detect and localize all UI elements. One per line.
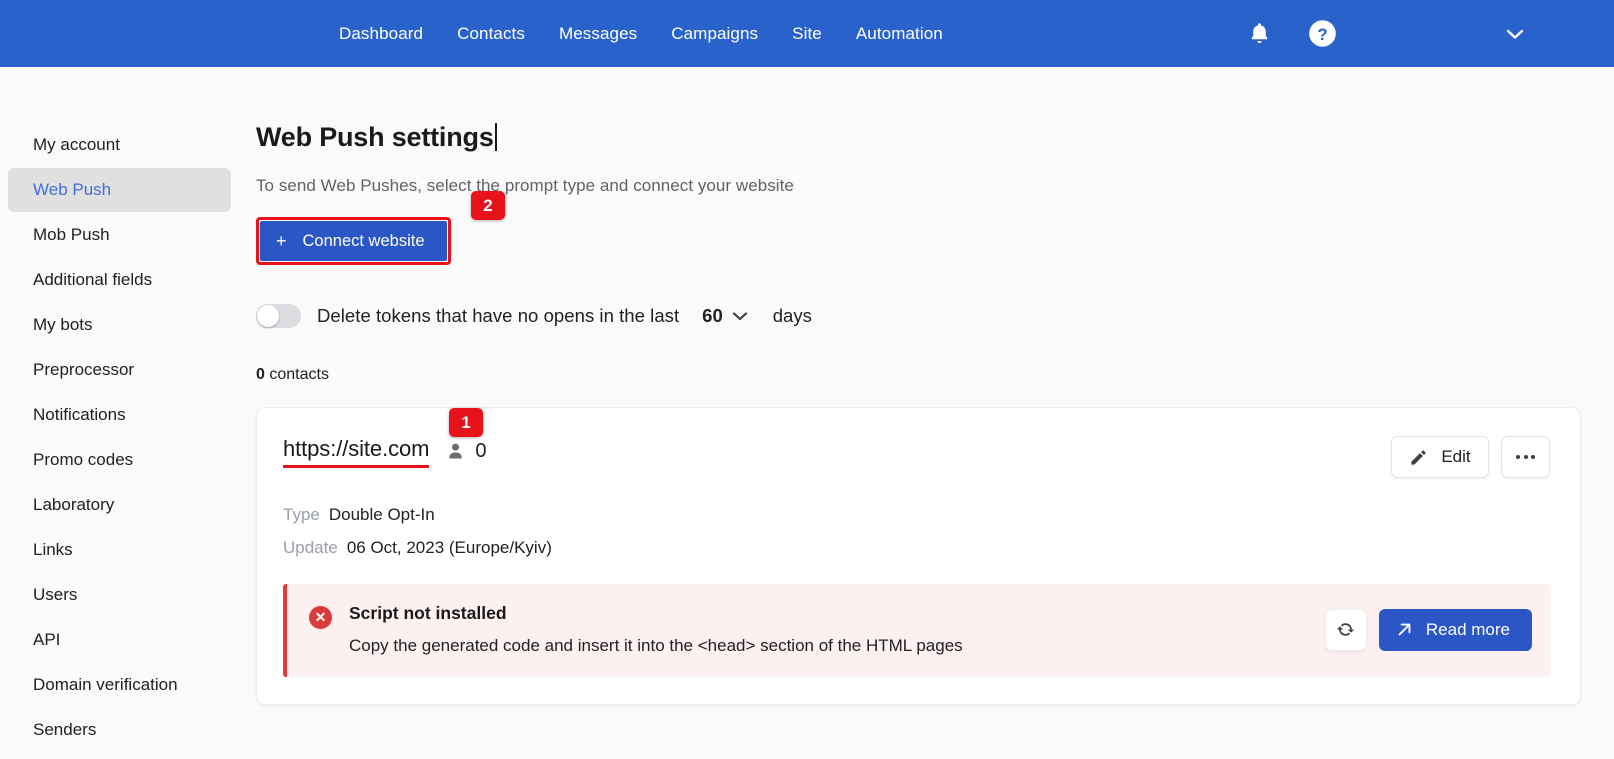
sidebar-item-domain-verification[interactable]: Domain verification [8, 663, 231, 707]
chevron-down-icon [732, 312, 747, 321]
annotation-badge-2: 2 [471, 191, 505, 220]
top-nav-links: Dashboard Contacts Messages Campaigns Si… [339, 24, 943, 44]
sidebar-item-laboratory[interactable]: Laboratory [8, 483, 231, 527]
connect-website-highlight-outline: + Connect website [256, 217, 451, 265]
text-cursor-caret [494, 123, 497, 151]
sidebar-item-label: Links [33, 540, 73, 559]
help-circle-icon[interactable]: ? [1308, 19, 1337, 48]
nav-link-dashboard[interactable]: Dashboard [339, 24, 423, 44]
external-link-arrow-icon [1398, 623, 1411, 636]
nav-link-campaigns[interactable]: Campaigns [671, 24, 758, 44]
more-options-icon [1516, 455, 1535, 459]
site-card-header: https://site.com 0 1 Edit [283, 408, 1550, 478]
meta-value: 06 Oct, 2023 (Europe/Kyiv) [346, 538, 552, 557]
page-title: Web Push settings [256, 122, 497, 153]
person-icon [449, 443, 462, 458]
site-url-row: https://site.com 0 [283, 436, 486, 468]
site-card: https://site.com 0 1 Edit Type Double Op… [256, 407, 1581, 705]
sidebar-item-senders[interactable]: Senders [8, 708, 231, 752]
subscriber-count-value: 0 [475, 439, 487, 462]
site-meta-update: Update 06 Oct, 2023 (Europe/Kyiv) [283, 538, 1550, 558]
nav-link-site[interactable]: Site [792, 24, 822, 44]
sidebar-item-additional-fields[interactable]: Additional fields [8, 258, 231, 302]
subscriber-count-group: 0 [445, 440, 486, 465]
connect-website-button[interactable]: + Connect website [260, 221, 447, 261]
site-card-identity: https://site.com 0 1 [283, 408, 486, 468]
sidebar-item-label: Senders [33, 720, 97, 739]
site-card-actions: Edit [1391, 436, 1550, 478]
sidebar: My account Web Push Mob Push Additional … [0, 67, 239, 759]
sidebar-item-label: Promo codes [33, 450, 134, 469]
annotation-badge-1: 1 [449, 408, 483, 437]
delete-tokens-toggle[interactable] [256, 304, 301, 328]
sidebar-item-notifications[interactable]: Notifications [8, 393, 231, 437]
bell-icon[interactable] [1247, 20, 1272, 47]
svg-text:?: ? [1317, 25, 1327, 44]
meta-key: Update [283, 538, 338, 557]
error-circle-icon: ✕ [309, 606, 332, 629]
pencil-icon [1411, 449, 1426, 465]
sidebar-item-label: Notifications [33, 405, 126, 424]
sidebar-item-label: Additional fields [33, 270, 153, 289]
sidebar-item-my-account[interactable]: My account [8, 123, 231, 167]
top-navigation-bar: Dashboard Contacts Messages Campaigns Si… [0, 0, 1614, 67]
delete-tokens-days-select[interactable]: 60 [702, 305, 748, 327]
contacts-count-value: 0 [256, 366, 265, 383]
toggle-knob [257, 305, 279, 327]
connect-website-button-label: Connect website [302, 231, 425, 250]
alert-description: Copy the generated code and insert it in… [349, 636, 963, 655]
meta-value: Double Opt-In [328, 505, 435, 524]
sidebar-item-label: Laboratory [33, 495, 115, 514]
sidebar-item-promo-codes[interactable]: Promo codes [8, 438, 231, 482]
sidebar-item-links[interactable]: Links [8, 528, 231, 572]
sidebar-item-api[interactable]: API [8, 618, 231, 662]
edit-button-label: Edit [1441, 447, 1471, 466]
sidebar-item-web-push[interactable]: Web Push [8, 168, 231, 212]
read-more-button[interactable]: Read more [1378, 608, 1532, 651]
alert-title: Script not installed [349, 603, 507, 623]
sidebar-item-label: Mob Push [33, 225, 110, 244]
plus-icon: + [276, 231, 287, 251]
contacts-count-label: contacts [269, 366, 329, 383]
days-unit-label: days [772, 305, 812, 326]
sidebar-item-label: My account [33, 135, 120, 154]
top-nav-right-group: ? [1247, 0, 1614, 67]
days-value: 60 [702, 305, 723, 326]
alert-text-block: Script not installed Copy the generated … [349, 603, 963, 656]
script-not-installed-alert: ✕ Script not installed Copy the generate… [283, 584, 1550, 677]
sidebar-item-label: My bots [33, 315, 93, 334]
more-options-button[interactable] [1501, 436, 1550, 478]
sidebar-item-label: Users [33, 585, 78, 604]
page-title-text: Web Push settings [256, 122, 494, 152]
sidebar-item-users[interactable]: Users [8, 573, 231, 617]
connect-website-row: + Connect website 2 [256, 191, 1580, 265]
nav-link-automation[interactable]: Automation [856, 24, 943, 44]
sidebar-item-label: Preprocessor [33, 360, 135, 379]
account-menu-chevron-down-icon[interactable] [1504, 27, 1526, 41]
main-content: Web Push settings To send Web Pushes, se… [239, 67, 1614, 759]
sidebar-item-label: Web Push [33, 180, 112, 199]
meta-key: Type [283, 505, 320, 524]
nav-link-messages[interactable]: Messages [559, 24, 637, 44]
page-subtitle: To send Web Pushes, select the prompt ty… [256, 176, 794, 195]
sidebar-item-label: Domain verification [33, 675, 178, 694]
nav-link-contacts[interactable]: Contacts [457, 24, 525, 44]
sidebar-item-my-bots[interactable]: My bots [8, 303, 231, 347]
site-meta-type: Type Double Opt-In [283, 505, 1550, 525]
sidebar-item-preprocessor[interactable]: Preprocessor [8, 348, 231, 392]
alert-message-group: ✕ Script not installed Copy the generate… [309, 603, 963, 656]
sidebar-item-mob-push[interactable]: Mob Push [8, 213, 231, 257]
edit-button[interactable]: Edit [1391, 436, 1489, 478]
read-more-button-label: Read more [1425, 619, 1510, 639]
sidebar-item-label: API [33, 630, 61, 649]
alert-actions: Read more [1324, 608, 1532, 651]
contacts-count-line: 0 contacts [256, 366, 1580, 384]
refresh-icon [1337, 623, 1355, 636]
delete-tokens-row: Delete tokens that have no opens in the … [256, 304, 1580, 328]
delete-tokens-label: Delete tokens that have no opens in the … [317, 305, 680, 326]
refresh-button[interactable] [1324, 608, 1367, 651]
site-url-link[interactable]: https://site.com [283, 436, 429, 468]
